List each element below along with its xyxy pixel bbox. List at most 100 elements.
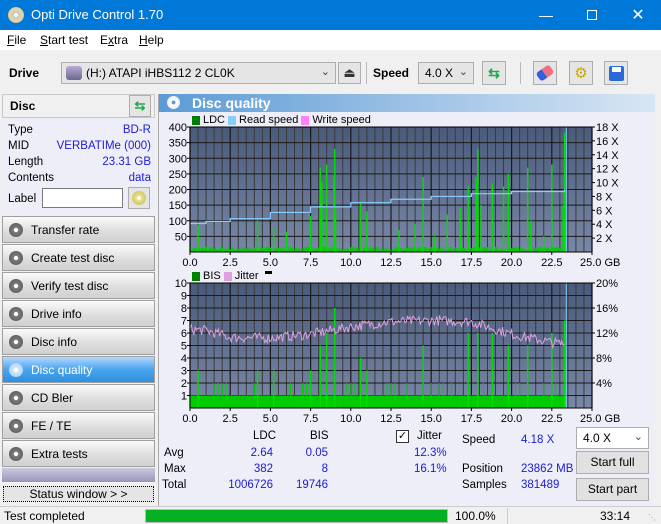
nav-verify-test-disc[interactable]: Verify test disc	[2, 272, 155, 299]
toolbar-separator	[366, 62, 367, 84]
nav-disc-quality[interactable]: Disc quality	[2, 356, 155, 383]
window-title: Opti Drive Control 1.70	[31, 7, 164, 22]
max-ldc-value: 382	[253, 463, 273, 475]
nav-extra-tests[interactable]: Extra tests	[2, 440, 155, 467]
nav-label: Drive info	[31, 307, 82, 321]
chevron-down-icon: ⌄	[320, 66, 330, 78]
max-bis-value: 8	[321, 463, 328, 475]
disc-label-button[interactable]	[128, 187, 150, 209]
y-tick-label: 300	[169, 153, 187, 165]
nav-label: Disc quality	[31, 363, 93, 377]
settings-button[interactable]: ⚙	[569, 61, 593, 85]
refresh-button[interactable]: ⇆	[482, 61, 506, 85]
total-label: Total	[162, 479, 187, 491]
refresh-arrows-icon: ⇆	[134, 98, 146, 113]
status-window-button[interactable]: Status window > >	[3, 486, 154, 502]
menu-file[interactable]: File	[7, 33, 26, 47]
y2-tick-label: 20%	[596, 278, 618, 290]
y-tick-label: 3	[181, 366, 187, 378]
x-tick-label: 2.5	[223, 257, 238, 269]
max-label: Max	[164, 463, 186, 475]
y-tick-label: 400	[169, 122, 187, 134]
total-ldc-value: 1006726	[228, 479, 273, 491]
x-tick-label: 15.0	[420, 257, 441, 269]
test-speed-select[interactable]: 4.0 X ⌄	[576, 427, 649, 449]
speed-label: Speed	[373, 66, 410, 80]
chevron-down-icon: ⌄	[633, 431, 643, 443]
y2-tick-label: 10 X	[596, 178, 619, 190]
disc-label-input[interactable]	[42, 188, 123, 208]
position-label: Position	[462, 463, 503, 475]
disc-icon	[9, 307, 23, 321]
y-tick-label: 1	[181, 391, 187, 403]
gears-icon: ⚙	[574, 65, 588, 82]
nav-label: Extra tests	[31, 447, 88, 461]
start-part-button[interactable]: Start part	[576, 478, 649, 501]
disc-header: Disc ⇆	[2, 94, 155, 118]
jitter-checkbox[interactable]: ✓	[396, 430, 409, 443]
total-bis-value: 19746	[296, 479, 328, 491]
disc-quality-panel: Disc quality LDC Read speed Write speed …	[158, 94, 655, 508]
nav-drive-info[interactable]: Drive info	[2, 300, 155, 327]
avg-jitter-value: 12.3%	[414, 447, 447, 459]
nav-fe-te[interactable]: FE / TE	[2, 412, 155, 439]
erase-button[interactable]	[533, 61, 557, 85]
drive-label: Drive	[9, 66, 40, 80]
minimize-icon: —	[539, 7, 553, 23]
cd-icon	[132, 191, 146, 205]
disc-type-value: BD-R	[122, 124, 151, 136]
test-speed-value: 4.0 X	[583, 431, 612, 445]
x-tick-label: 25.0 GB	[580, 413, 620, 425]
panel-header: Disc quality	[159, 94, 655, 112]
menu-extra[interactable]: Extra	[100, 33, 128, 47]
disc-header-label: Disc	[10, 99, 36, 113]
nav-label: Transfer rate	[31, 223, 100, 237]
menu-start-test[interactable]: Start test	[40, 33, 88, 47]
x-tick-label: 7.5	[303, 257, 318, 269]
nav-transfer-rate[interactable]: Transfer rate	[2, 216, 155, 243]
status-bar: Test completed 100.0% 33:14 ⋱	[0, 506, 661, 524]
y2-tick-label: 8%	[596, 353, 612, 365]
speed-stat-label: Speed	[462, 434, 496, 446]
y2-tick-label: 8 X	[596, 191, 613, 203]
nav-label: Disc info	[31, 335, 78, 349]
eject-button[interactable]: ⏏	[338, 62, 361, 84]
y-tick-label: 7	[181, 316, 187, 328]
close-button[interactable]: ✕	[615, 0, 661, 30]
save-button[interactable]	[604, 61, 628, 85]
drive-select[interactable]: (H:) ATAPI iHBS112 2 CL0K ⌄	[61, 62, 336, 84]
y-tick-label: 100	[169, 216, 187, 228]
resize-grip-icon[interactable]: ⋱	[648, 513, 656, 522]
chevron-down-icon: ⌄	[458, 66, 468, 78]
maximize-button[interactable]	[569, 0, 615, 30]
nav-label: CD Bler	[31, 391, 74, 405]
status-separator	[507, 508, 508, 524]
left-panel: Disc ⇆ Type BD-R MID VERBATIMe (000) Lengt…	[0, 94, 157, 508]
x-tick-label: 17.5	[461, 257, 482, 269]
nav-filler	[2, 468, 155, 482]
y2-tick-label: 4%	[596, 378, 612, 390]
x-tick-label: 2.5	[223, 413, 238, 425]
nav-cd-bler[interactable]: CD Bler	[2, 384, 155, 411]
drive-value: (H:) ATAPI iHBS112 2 CL0K	[86, 66, 235, 80]
disc-icon	[9, 223, 23, 237]
avg-label: Avg	[164, 447, 184, 459]
start-full-button[interactable]: Start full	[576, 451, 649, 474]
minimize-button[interactable]: —	[523, 0, 569, 30]
disc-icon	[9, 363, 23, 377]
speed-select[interactable]: 4.0 X ⌄	[418, 62, 474, 84]
nav-disc-info[interactable]: Disc info	[2, 328, 155, 355]
y-tick-label: 5	[181, 341, 187, 353]
y2-tick-label: 2 X	[596, 233, 613, 245]
disc-icon	[9, 251, 23, 265]
disc-contents-row: Contents data	[8, 172, 151, 184]
avg-ldc-value: 2.64	[250, 447, 273, 459]
menu-help[interactable]: Help	[139, 33, 164, 47]
disc-icon	[9, 391, 23, 405]
x-tick-label: 10.0	[340, 413, 361, 425]
disc-refresh-button[interactable]: ⇆	[129, 95, 151, 117]
jitter-label: Jitter	[417, 430, 442, 442]
y2-tick-label: 18 X	[596, 122, 619, 134]
nav-create-test-disc[interactable]: Create test disc	[2, 244, 155, 271]
disc-mid-label: MID	[8, 140, 30, 152]
